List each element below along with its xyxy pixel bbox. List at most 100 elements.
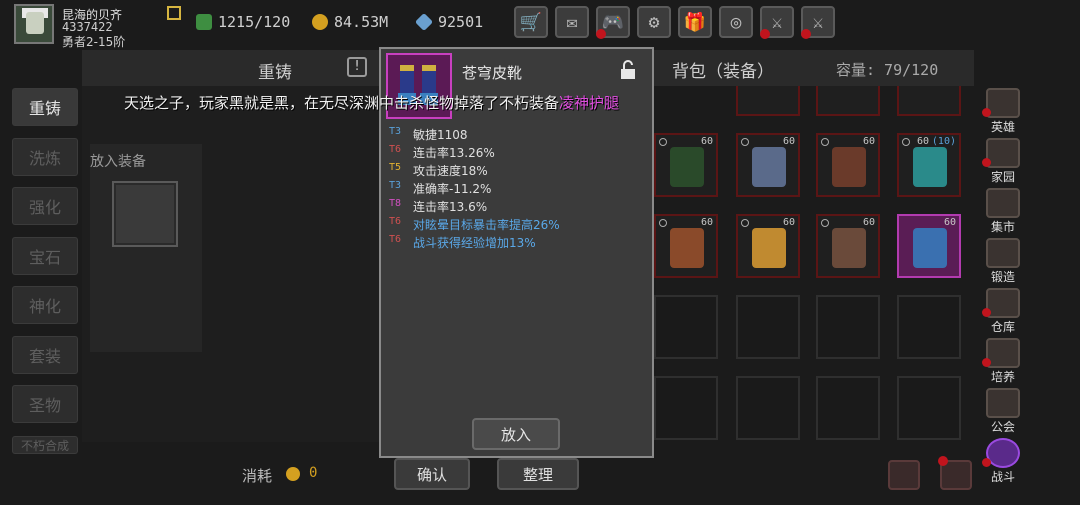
- left-menu-item[interactable]: 洗炼: [12, 137, 78, 176]
- side-menu-guild[interactable]: 公会: [980, 388, 1026, 436]
- left-menu-item[interactable]: 重铸: [12, 88, 78, 126]
- inventory-slot[interactable]: [736, 295, 800, 359]
- bag-capacity: 容量: 79/120: [836, 61, 939, 79]
- armor-item-icon: [752, 228, 786, 268]
- stat-tier: T8: [389, 198, 402, 209]
- gem-value: 92501: [438, 13, 484, 31]
- gold-value: 84.53M: [334, 13, 389, 31]
- battle-portal-icon: [986, 438, 1020, 468]
- item-stat-row: T5 攻击速度18%: [389, 162, 488, 179]
- stat-tier: T6: [389, 216, 402, 227]
- mail-button[interactable]: ✉: [555, 6, 589, 38]
- item-level: 60: [916, 136, 929, 147]
- player-rank: 勇者2-15阶: [62, 35, 126, 49]
- crossbow-item-icon: [670, 147, 704, 187]
- alert-badge-icon: [938, 456, 948, 466]
- confirm-button[interactable]: 确认: [394, 458, 470, 490]
- side-menu-train[interactable]: 培养: [980, 338, 1026, 386]
- item-stat-row: T6 战斗获得经验增加13%: [389, 234, 536, 251]
- settings-gear-icon: ⚙: [648, 11, 660, 33]
- armor-filter-icon[interactable]: [888, 460, 920, 490]
- side-menu-label: 战斗: [990, 470, 1015, 484]
- inventory-slot[interactable]: [897, 376, 961, 440]
- side-menu-battle-portal[interactable]: 战斗: [980, 438, 1026, 486]
- forge-icon: [986, 238, 1020, 268]
- inventory-slot[interactable]: [897, 86, 961, 116]
- inventory-slot[interactable]: [654, 86, 718, 116]
- gold-coin-icon: [286, 467, 300, 481]
- inventory-slot[interactable]: 60: [736, 214, 800, 278]
- settings-gear-button[interactable]: ⚙: [637, 6, 671, 38]
- inventory-slot[interactable]: [654, 376, 718, 440]
- left-menu-item[interactable]: 神化: [12, 286, 78, 324]
- lock-status-icon: [741, 219, 749, 227]
- gamepad-button[interactable]: 🎮: [596, 6, 630, 39]
- pants2-item-icon: [832, 228, 866, 268]
- home-icon: [986, 138, 1020, 168]
- help-icon[interactable]: !: [347, 57, 367, 77]
- stat-tier: T6: [389, 144, 402, 155]
- item-level: 60: [700, 136, 713, 147]
- side-menu-hero[interactable]: 英雄: [980, 88, 1026, 136]
- bag-title: 背包（装备）: [672, 62, 774, 82]
- inventory-slot[interactable]: 60: [816, 214, 880, 278]
- side-menu-warehouse[interactable]: 仓库: [980, 288, 1026, 336]
- put-in-button[interactable]: 放入: [472, 418, 560, 450]
- sort-button[interactable]: 整理: [497, 458, 579, 490]
- side-menu-market[interactable]: 集市: [980, 188, 1026, 236]
- stat-tier: T3: [389, 180, 402, 191]
- alert-badge-icon: [982, 158, 991, 167]
- battle-icon: ⚔: [812, 11, 824, 33]
- broadcast-item-link[interactable]: 凌神护腿: [559, 94, 619, 112]
- event-button[interactable]: ⚔: [760, 6, 794, 39]
- gem-icon: [414, 12, 434, 32]
- shop-cart-button[interactable]: 🛒: [514, 6, 548, 38]
- stat-text: 准确率-11.2%: [413, 182, 492, 196]
- inventory-slot[interactable]: 60: [654, 133, 718, 197]
- inventory-slot[interactable]: [654, 295, 718, 359]
- stat-text: 战斗获得经验增加13%: [413, 236, 536, 250]
- edit-name-icon[interactable]: [167, 6, 181, 20]
- inventory-slot[interactable]: 60: [816, 133, 880, 197]
- energy-value: 1215/120: [218, 13, 291, 31]
- alert-badge-icon: [982, 458, 991, 467]
- item-stat-row: T3 准确率-11.2%: [389, 180, 491, 197]
- inventory-slot[interactable]: 60: [897, 214, 961, 278]
- stat-text: 连击率13.6%: [413, 200, 488, 214]
- reforge-title: 重铸: [258, 63, 292, 83]
- wheel-button[interactable]: ◎: [719, 6, 753, 38]
- left-menu-item[interactable]: 不朽合成: [12, 436, 78, 454]
- inventory-slot[interactable]: [736, 86, 800, 116]
- inventory-slot[interactable]: 60: [654, 214, 718, 278]
- left-menu-item[interactable]: 宝石: [12, 236, 78, 275]
- alert-badge-icon: [982, 358, 991, 367]
- side-menu-home[interactable]: 家园: [980, 138, 1026, 186]
- alert-badge-icon: [596, 29, 606, 39]
- inventory-slot[interactable]: [816, 86, 880, 116]
- alert-badge-icon: [760, 29, 770, 39]
- left-menu-item[interactable]: 套装: [12, 335, 78, 374]
- inventory-slot[interactable]: [816, 295, 880, 359]
- inventory-slot[interactable]: (10) 60: [897, 133, 961, 197]
- battle-button[interactable]: ⚔: [801, 6, 835, 39]
- left-menu-item[interactable]: 强化: [12, 187, 78, 225]
- hero-icon: [986, 88, 1020, 118]
- side-menu-forge[interactable]: 锻造: [980, 238, 1026, 286]
- unlock-icon[interactable]: [620, 60, 636, 80]
- system-broadcast: 天选之子，玩家黑就是黑，在无尽深渊中击杀怪物掉落了不朽装备凌神护腿: [124, 92, 619, 113]
- player-avatar[interactable]: [14, 4, 54, 44]
- side-menu-label: 培养: [990, 370, 1015, 384]
- event-icon: ⚔: [771, 11, 783, 33]
- lock-status-icon: [821, 138, 829, 146]
- inventory-slot[interactable]: [736, 376, 800, 440]
- side-menu-label: 家园: [990, 170, 1015, 184]
- inventory-slot[interactable]: [897, 295, 961, 359]
- left-menu-item[interactable]: 圣物: [12, 385, 78, 423]
- shop-cart-icon: 🛒: [519, 11, 543, 33]
- equipment-slot[interactable]: [112, 181, 178, 247]
- inventory-slot[interactable]: [816, 376, 880, 440]
- gift-button[interactable]: 🎁: [678, 6, 712, 38]
- inventory-slot[interactable]: 60: [736, 133, 800, 197]
- stat-tier: T3: [389, 126, 402, 137]
- pants-item-icon: [670, 228, 704, 268]
